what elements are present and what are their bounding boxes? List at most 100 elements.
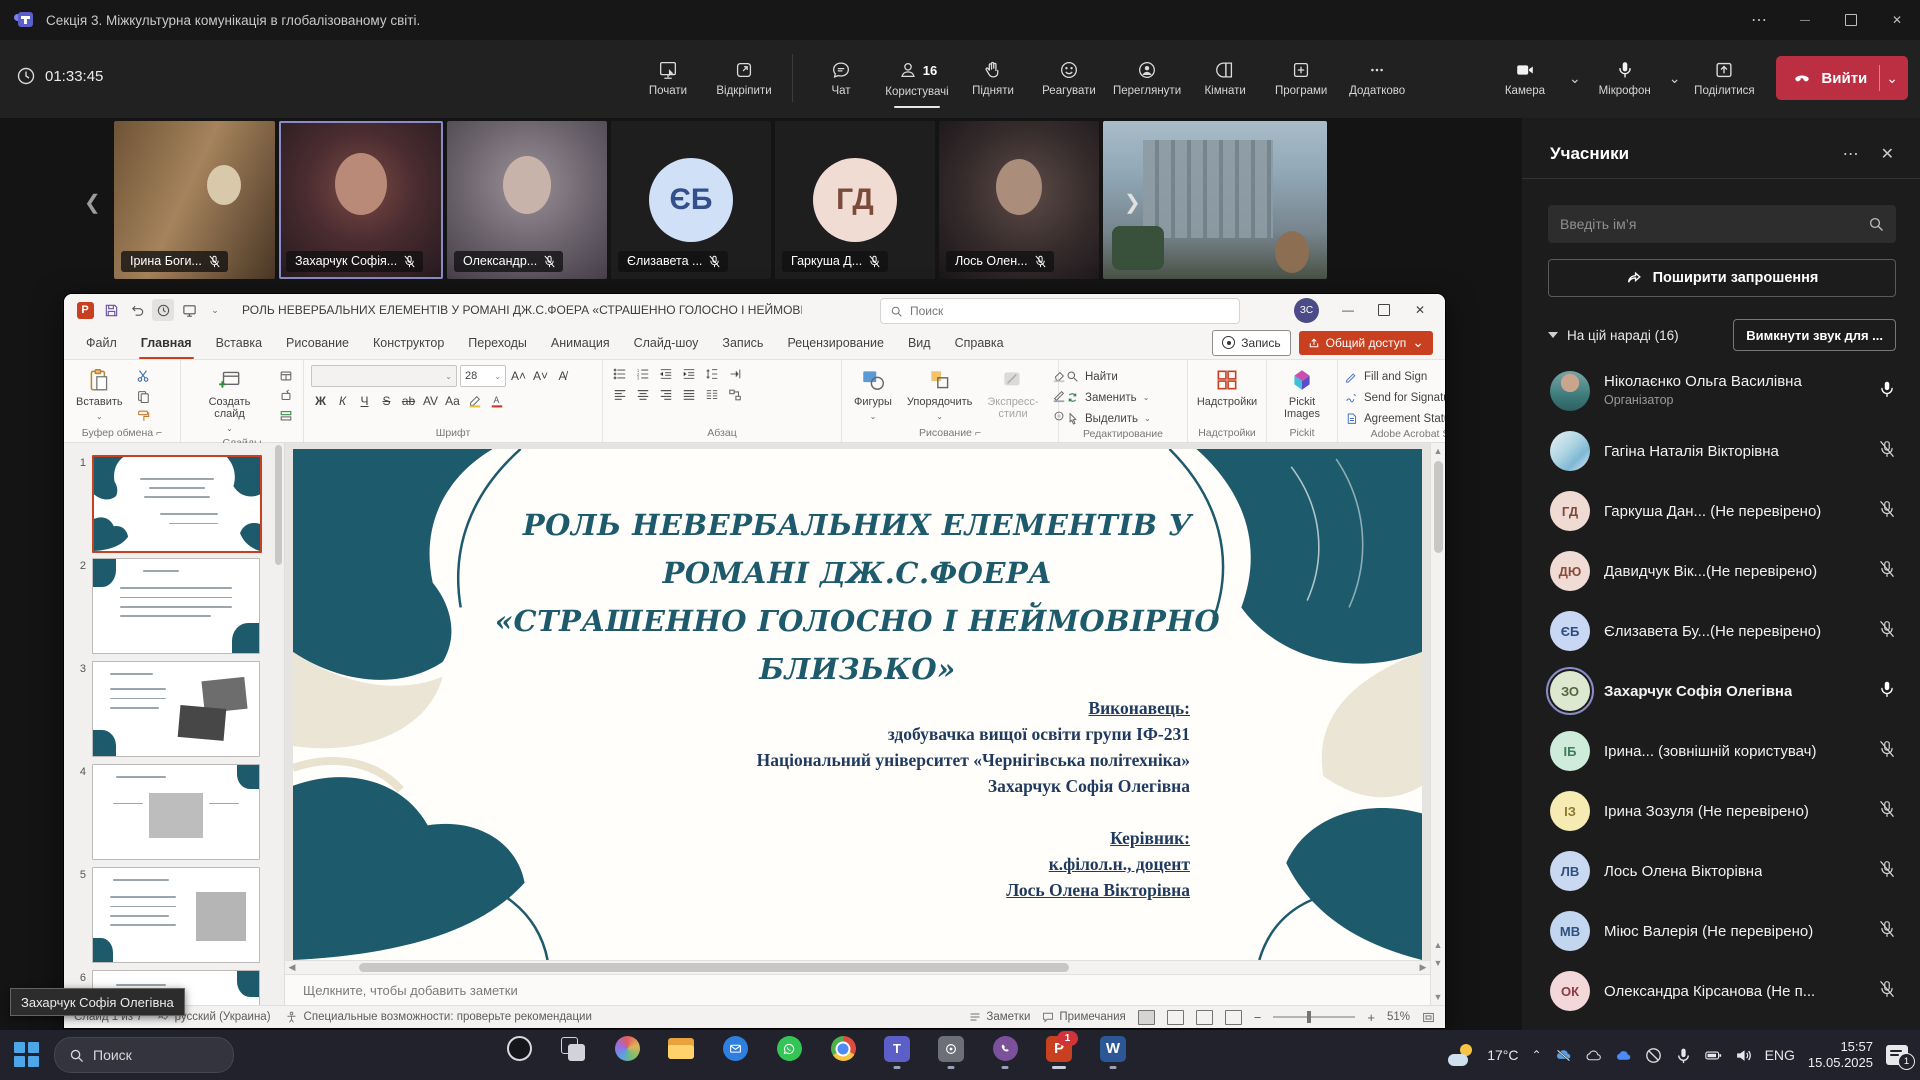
font-size-select[interactable]: 28⌄ [460,365,506,387]
record-button[interactable]: Запись [1212,330,1290,356]
strikethrough-button[interactable]: S [377,391,396,410]
avatar-tile[interactable]: ЄБ Єлизавета ... [611,121,771,279]
react-button[interactable]: Реагувати [1031,47,1107,109]
shrink-font-icon[interactable]: A˅ [531,367,550,386]
tab-review[interactable]: Рецензирование [775,326,896,359]
scroll-right-icon[interactable]: ▶ [1416,962,1430,973]
reset-icon[interactable] [276,387,296,404]
copy-icon[interactable] [133,387,153,404]
participant-row[interactable]: МВ Міюс Валерія (Не перевірено) [1522,901,1920,961]
char-spacing-icon[interactable]: AV [421,391,440,410]
scroll-up-icon[interactable]: ▲ [1431,443,1445,459]
tab-slideshow[interactable]: Слайд-шоу [622,326,711,359]
participant-row[interactable]: Ніколаєнко Ольга ВасилівнаОрганізатор [1522,361,1920,421]
start-button[interactable] [14,1042,40,1068]
mic-on-icon[interactable] [1878,380,1896,403]
section-collapse-icon[interactable] [1548,332,1558,338]
new-slide-button[interactable]: Создать слайд⌄ [188,365,271,437]
word-icon[interactable]: W [1099,1035,1127,1063]
mic-muted-icon[interactable] [1878,560,1896,583]
clear-format-icon[interactable]: A̸ [553,367,572,386]
layout-icon[interactable] [276,367,296,384]
mic-muted-icon[interactable] [1878,500,1896,523]
tab-draw[interactable]: Рисование [274,326,361,359]
tab-animations[interactable]: Анимация [539,326,622,359]
slide-thumbnail-1[interactable] [92,455,262,553]
quick-styles-button[interactable]: Экспресс-стили [982,365,1043,422]
slide-thumbnail-2[interactable] [92,558,260,654]
highlight-color-icon[interactable] [465,391,484,410]
tab-record[interactable]: Запись [710,326,775,359]
photos-icon[interactable] [613,1035,641,1063]
camera-button[interactable]: Камера [1487,47,1563,109]
select-button[interactable]: Выделить⌄ [1066,409,1180,428]
agreement-status-button[interactable]: Agreement Status [1345,409,1445,428]
strip-next-icon[interactable]: ❯ [1124,190,1141,215]
video-tile[interactable]: Олександр... [447,121,607,279]
participant-row[interactable]: ГД Гаркуша Дан... (Не перевірено) [1522,481,1920,541]
grow-font-icon[interactable]: A˄ [509,367,528,386]
volume-icon[interactable] [1735,1047,1752,1064]
replace-button[interactable]: Заменить⌄ [1066,388,1180,407]
next-slide-icon[interactable]: ▼ [1431,955,1445,971]
view-button[interactable]: Переглянути [1107,47,1187,109]
taskbar-search[interactable]: Поиск [54,1037,234,1073]
find-button[interactable]: Найти [1066,367,1180,386]
fill-and-sign-button[interactable]: Fill and Sign [1345,367,1445,386]
leave-button[interactable]: Вийти [1776,56,1908,100]
participant-row[interactable]: ЄБ Єлизавета Бу...(Не перевірено) [1522,601,1920,661]
participant-row-speaking[interactable]: ЗО Захарчук Софія Олегівна [1522,661,1920,721]
mail-icon[interactable] [721,1035,749,1063]
viber-icon[interactable] [991,1035,1019,1063]
slide-thumbnail-3[interactable] [92,661,260,757]
whatsapp-icon[interactable] [775,1035,803,1063]
undo-icon[interactable] [126,299,148,321]
leave-options-chevron-icon[interactable] [1880,70,1904,87]
qat-chevron-icon[interactable]: ⌄ [204,299,226,321]
camera-blocked-icon[interactable] [1645,1047,1662,1064]
paste-button[interactable]: Вставить⌄ [71,365,128,425]
weather-temp[interactable]: 17°C [1487,1047,1518,1063]
slide-thumbnail-4[interactable] [92,764,260,860]
minimize-button[interactable] [1782,0,1828,40]
participant-row[interactable]: ЛВ Лось Олена Вікторівна [1522,841,1920,901]
account-avatar[interactable]: ЗС [1294,298,1319,323]
scroll-left-icon[interactable]: ◀ [285,962,299,973]
indent-increase-icon[interactable] [679,365,699,382]
font-color-icon[interactable]: A [487,391,506,410]
mic-muted-icon[interactable] [1878,440,1896,463]
redo-icon[interactable] [152,299,174,321]
participants-button[interactable]: 16 Користувачі [879,47,955,109]
graphics-app-icon[interactable] [937,1035,965,1063]
mic-muted-icon[interactable] [1878,920,1896,943]
apps-button[interactable]: Програми [1263,47,1339,109]
more-button[interactable]: Додатково [1339,47,1415,109]
tab-transitions[interactable]: Переходы [456,326,539,359]
mic-options-chevron-icon[interactable] [1663,70,1687,87]
zoom-slider-thumb[interactable] [1307,1011,1311,1023]
mic-on-icon[interactable] [1878,680,1896,703]
scroll-down-icon[interactable]: ▼ [1431,989,1445,1005]
tab-home[interactable]: Главная [129,326,204,359]
ppt-restore-button[interactable] [1367,296,1401,324]
share-invite-button[interactable]: Поширити запрошення [1548,259,1896,297]
mic-muted-icon[interactable] [1878,800,1896,823]
chat-button[interactable]: Чат [803,47,879,109]
addins-button[interactable]: Надстройки [1192,365,1262,410]
format-painter-icon[interactable] [133,407,153,424]
tab-design[interactable]: Конструктор [361,326,456,359]
bullets-icon[interactable] [610,365,630,382]
participant-row[interactable]: ІБ Ірина... (зовнішній користувач) [1522,721,1920,781]
pickit-button[interactable]: Pickit Images [1274,365,1330,422]
battery-icon[interactable] [1705,1047,1722,1064]
shapes-button[interactable]: Фигуры⌄ [849,365,897,425]
fit-to-window-icon[interactable] [1422,1011,1435,1024]
zoom-out-button[interactable]: − [1254,1010,1262,1025]
ppt-minimize-button[interactable]: — [1331,296,1365,324]
video-tile-speaking[interactable]: Захарчук Софія... [279,121,443,279]
ppt-close-button[interactable]: ✕ [1403,296,1437,324]
italic-button[interactable]: К [333,391,352,410]
panel-more-icon[interactable] [1843,144,1859,164]
slideshow-from-start-icon[interactable] [178,299,200,321]
share-button[interactable]: Поділитися [1686,47,1762,109]
